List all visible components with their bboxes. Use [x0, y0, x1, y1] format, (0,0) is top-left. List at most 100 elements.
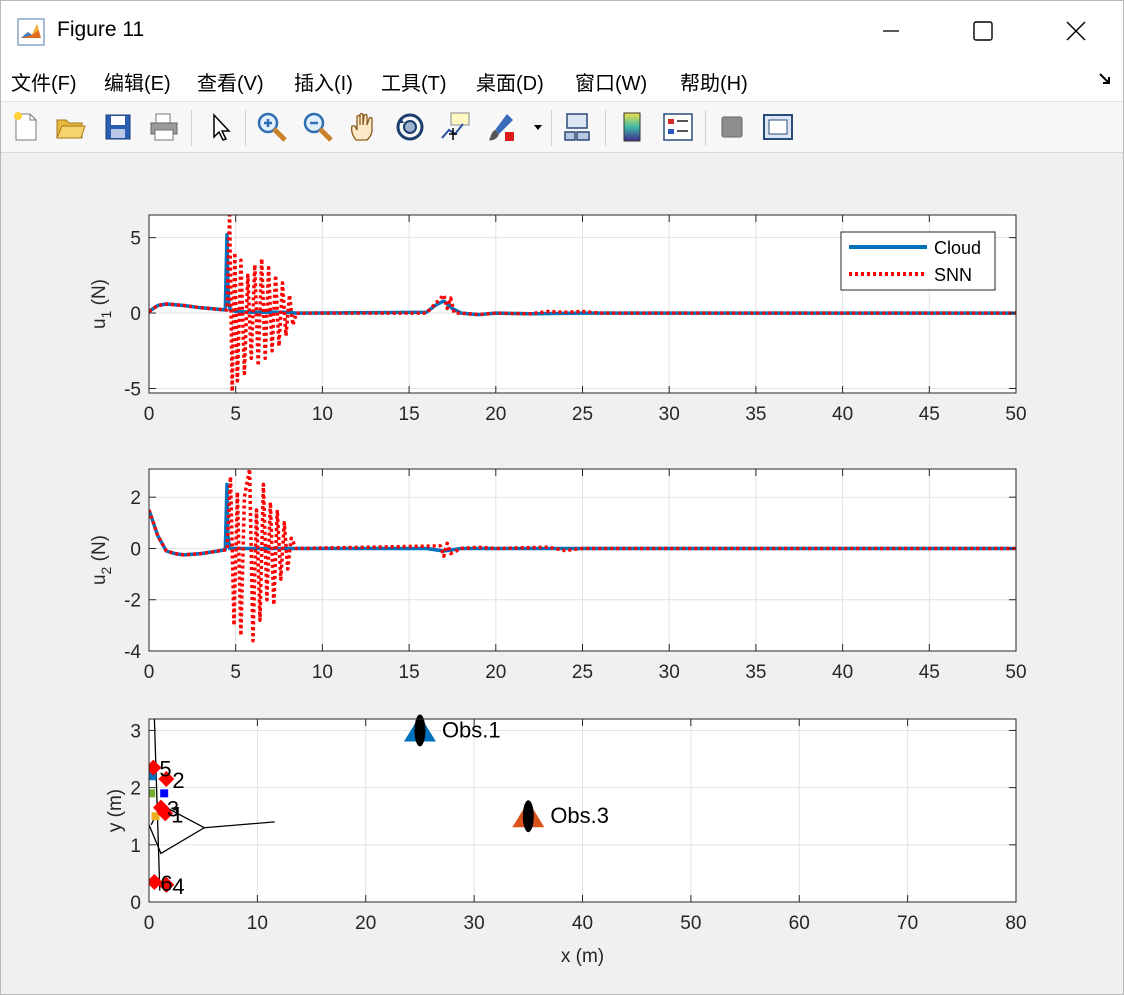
menu-desktop[interactable]: 桌面(D)	[476, 67, 544, 96]
dock-arrow-icon[interactable]	[1097, 71, 1113, 87]
menu-edit[interactable]: 编辑(E)	[104, 67, 171, 96]
colorbar-icon[interactable]	[615, 110, 649, 144]
y-tick-label: -5	[124, 379, 141, 400]
toolbar-separator	[551, 110, 552, 146]
agent-small-marker	[149, 789, 156, 798]
legend-label-cloud: Cloud	[934, 238, 981, 258]
brush-dropdown-arrow[interactable]	[531, 110, 545, 144]
axes-1[interactable]: 0 5 10 15 20 25 30 35 40 45 50-505u1 (N)CloudSNN	[89, 214, 1027, 425]
maximize-button[interactable]	[957, 9, 1009, 53]
menu-tools[interactable]: 工具(T)	[381, 67, 447, 96]
toolbar-separator	[245, 110, 246, 146]
close-icon	[1066, 21, 1086, 41]
x-tick-label: 40	[832, 404, 853, 425]
y-tick-label: -4	[124, 642, 141, 663]
x-tick-label: 30	[464, 913, 485, 934]
x-tick-label: 20	[485, 404, 506, 425]
x-tick-label: 50	[680, 913, 701, 934]
close-button[interactable]	[1050, 9, 1102, 53]
y-tick-label: 0	[130, 539, 141, 560]
legend-label-snn: SNN	[934, 265, 972, 285]
agent-label: 1	[171, 802, 183, 827]
x-tick-label: 10	[312, 404, 333, 425]
legend[interactable]: Cloud SNN	[840, 231, 996, 291]
obstacle-label: Obs.3	[550, 803, 609, 828]
x-tick-label: 0	[144, 913, 155, 934]
x-tick-label: 45	[919, 662, 940, 683]
toolbar-separator	[605, 110, 606, 146]
y-axis-label-unit: (N)	[89, 535, 110, 567]
x-tick-label: 15	[399, 404, 420, 425]
hide-plot-tools-icon[interactable]	[715, 110, 749, 144]
y-axis-label-sub: 2	[98, 566, 114, 574]
y-axis-label: u1 (N)	[89, 279, 114, 329]
agent-label: 6	[160, 871, 172, 896]
x-tick-label: 5	[230, 404, 241, 425]
x-tick-label: 15	[399, 662, 420, 683]
x-tick-label: 30	[659, 662, 680, 683]
y-tick-label: 1	[130, 836, 141, 857]
y-tick-label: 0	[130, 893, 141, 914]
y-axis-label: y (m)	[105, 789, 126, 832]
x-tick-label: 10	[247, 913, 268, 934]
x-tick-label: 25	[572, 662, 593, 683]
x-tick-label: 80	[1005, 913, 1026, 934]
menu-view[interactable]: 查看(V)	[197, 67, 264, 96]
axes-2[interactable]: 0 5 10 15 20 25 30 35 40 45 50-4-202u2 (N)	[89, 468, 1027, 683]
y-tick-label: -2	[124, 591, 141, 612]
y-tick-label: 2	[130, 779, 141, 800]
x-tick-label: 70	[897, 913, 918, 934]
open-file-icon[interactable]	[53, 110, 87, 144]
menu-insert[interactable]: 插入(I)	[294, 67, 353, 96]
title-bar: Figure 11	[1, 1, 1123, 61]
pointer-icon[interactable]	[203, 110, 237, 144]
menu-help[interactable]: 帮助(H)	[680, 67, 748, 96]
x-tick-label: 20	[485, 662, 506, 683]
agent-label: 4	[172, 874, 184, 899]
figure-toolbar	[1, 102, 1123, 153]
y-tick-label: 2	[130, 488, 141, 509]
axes-3[interactable]: 0 10 20 30 40 50 60 70 80 0 1 2 3 y (m) x (m) Obs.1 Obs.…	[105, 714, 1027, 967]
obstacle-body	[522, 800, 534, 833]
x-tick-label: 20	[355, 913, 376, 934]
x-axis-label: x (m)	[561, 946, 604, 967]
legend-icon[interactable]	[661, 110, 695, 144]
save-icon[interactable]	[101, 110, 135, 144]
window-title: Figure 11	[57, 18, 145, 41]
obstacle-label: Obs.1	[442, 717, 501, 742]
x-tick-label: 45	[919, 404, 940, 425]
agent-label: 2	[172, 768, 184, 793]
new-figure-icon[interactable]	[9, 110, 43, 144]
menu-file[interactable]: 文件(F)	[11, 67, 77, 96]
y-axis-label-main: u	[89, 574, 110, 585]
x-tick-label: 40	[832, 662, 853, 683]
show-plot-tools-icon[interactable]	[761, 110, 795, 144]
y-tick-label: 3	[130, 721, 141, 742]
y-axis-label-unit: (N)	[89, 279, 110, 311]
figure-window: Figure 11 文件(F) 编辑(E) 查看(V) 插入(I) 工具(T) …	[0, 0, 1124, 995]
print-icon[interactable]	[147, 110, 181, 144]
figure-canvas[interactable]: 0 5 10 15 20 25 30 35 40 45 50 -5 0 5 u1 (N) Cloud SNN 0 5…	[1, 153, 1123, 994]
x-tick-label: 25	[572, 404, 593, 425]
menu-window[interactable]: 窗口(W)	[575, 67, 647, 96]
x-tick-label: 40	[572, 913, 593, 934]
link-plot-icon[interactable]	[561, 110, 595, 144]
x-tick-label: 5	[230, 662, 241, 683]
y-axis-label-sub: 1	[98, 310, 114, 318]
x-tick-label: 0	[144, 404, 155, 425]
agent-label: 5	[159, 757, 171, 782]
zoom-in-icon[interactable]	[255, 110, 289, 144]
rotate-3d-icon[interactable]	[393, 110, 427, 144]
x-tick-label: 50	[1005, 662, 1026, 683]
zoom-out-icon[interactable]	[301, 110, 335, 144]
y-tick-label: 0	[130, 304, 141, 325]
toolbar-separator	[705, 110, 706, 146]
x-tick-label: 50	[1005, 404, 1026, 425]
toolbar-separator	[191, 110, 192, 146]
pan-hand-icon[interactable]	[347, 110, 381, 144]
data-cursor-icon[interactable]	[439, 110, 473, 144]
minimize-button[interactable]	[865, 9, 917, 53]
figure-svg: 0 5 10 15 20 25 30 35 40 45 50-505u1 (N)CloudSNN0 5…	[89, 214, 1027, 967]
brush-icon[interactable]	[485, 110, 519, 144]
x-tick-label: 60	[789, 913, 810, 934]
